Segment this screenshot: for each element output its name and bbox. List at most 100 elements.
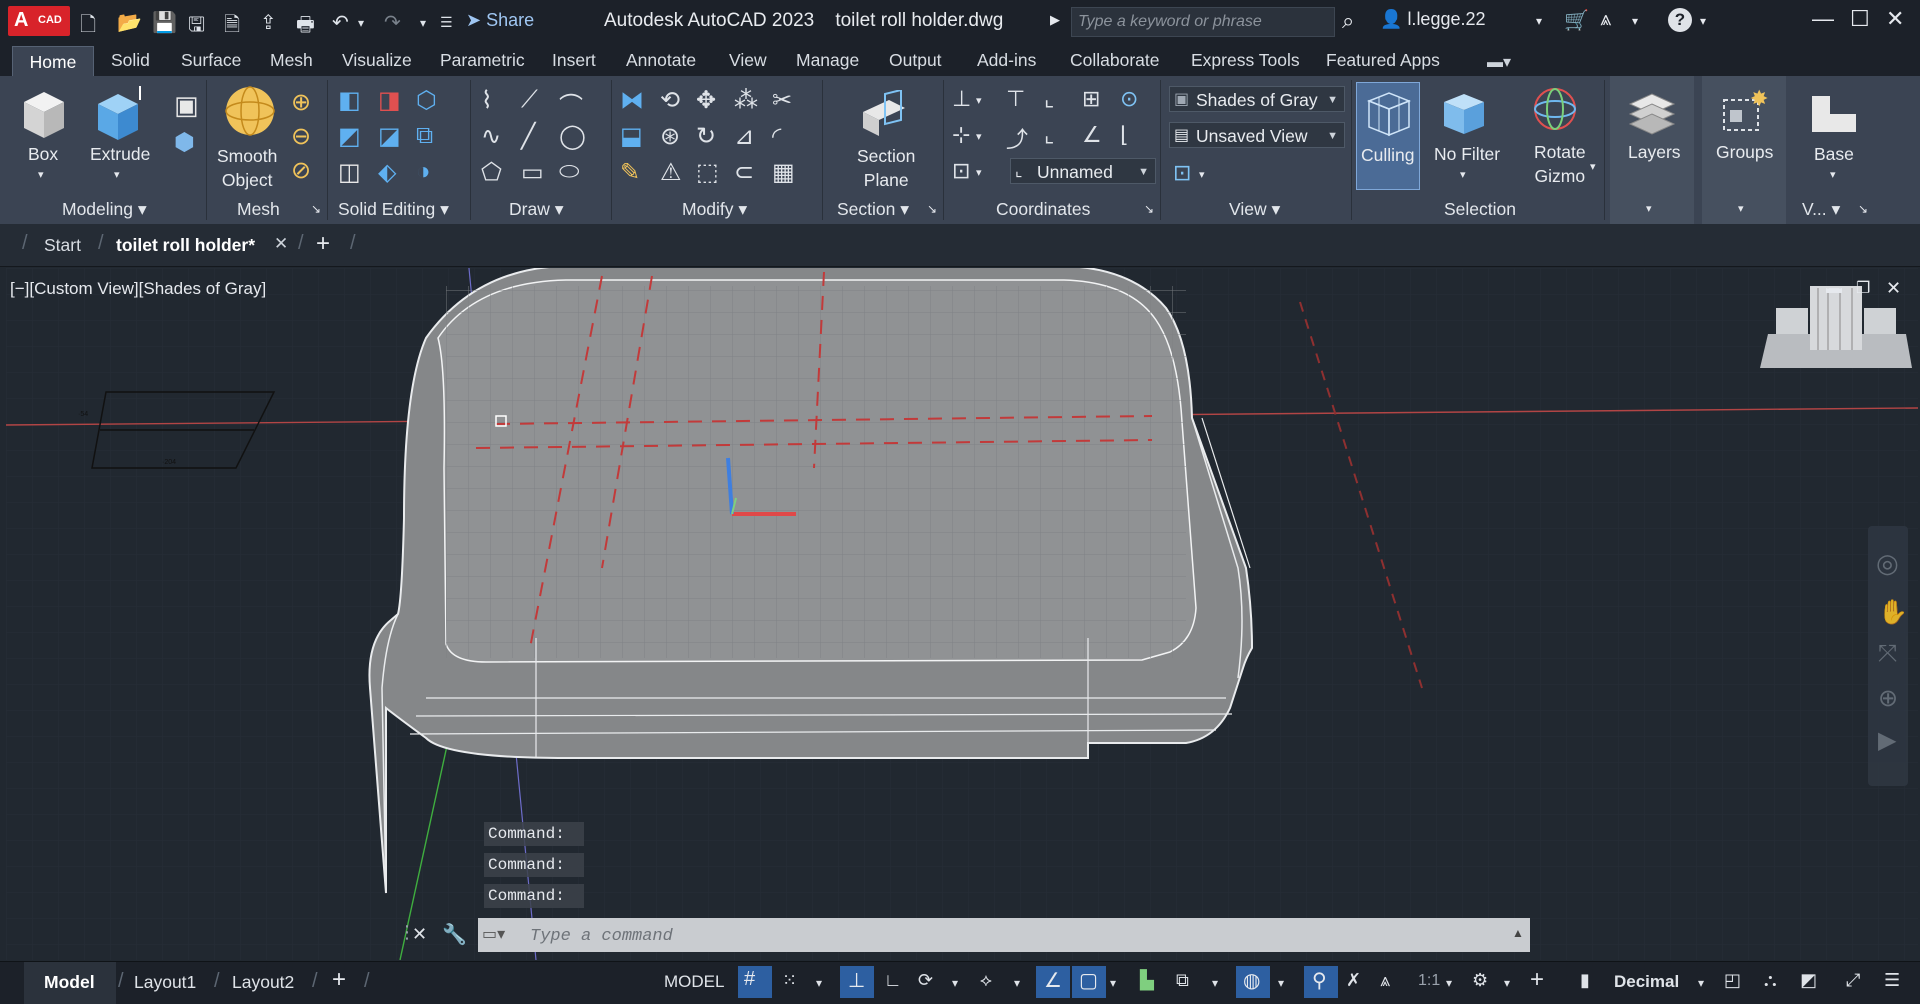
help-icon[interactable]: ?	[1668, 8, 1692, 32]
customize-status-icon[interactable]: ☰	[1884, 970, 1900, 991]
stretch-icon[interactable]: ⊿	[734, 122, 754, 151]
circle-icon[interactable]: ◯	[559, 122, 586, 151]
cart-icon[interactable]: 🛒	[1564, 8, 1589, 33]
ucs-3point-icon[interactable]: ⌞	[1044, 122, 1054, 148]
transparency-icon[interactable]: ⧉	[1176, 970, 1189, 991]
extrude-icon[interactable]	[94, 86, 146, 142]
close-tab-icon[interactable]: ✕	[274, 234, 288, 254]
extrude-button[interactable]: Extrude	[90, 144, 150, 165]
line-icon[interactable]: ╱	[521, 122, 535, 151]
workspace-gear-icon[interactable]: ⚙	[1472, 970, 1488, 991]
file-tab-active[interactable]: toilet roll holder*	[116, 235, 255, 256]
ribbon-tab-addins[interactable]: Add-ins	[977, 50, 1036, 71]
customize-qat-icon[interactable]: ☰	[440, 14, 453, 31]
search-expand-icon[interactable]: ▶	[1050, 12, 1060, 28]
undo-icon[interactable]: ↶	[332, 10, 349, 35]
units-icon[interactable]: ▮	[1580, 970, 1590, 991]
interfere-icon[interactable]: ◪	[378, 122, 401, 151]
refine-mesh-icon[interactable]: ⊘	[291, 156, 311, 185]
polygon-icon[interactable]: ⬠	[481, 158, 502, 187]
ucs-zaxis-icon[interactable]: ⤴	[1006, 122, 1028, 154]
base-dropdown-icon[interactable]: ▾	[1830, 168, 1836, 181]
object-snap-dropdown-icon[interactable]: ▾	[1110, 976, 1116, 990]
ucs-previous-icon[interactable]: ⌞	[1044, 86, 1054, 112]
search-icon[interactable]: ⌕	[1342, 8, 1354, 34]
rectangle-icon[interactable]: ▭	[521, 158, 544, 187]
solid-edit-face-icon[interactable]: ⬡	[416, 86, 437, 115]
search-input[interactable]	[1072, 8, 1330, 36]
ucs-named-icon[interactable]: ⊞	[1082, 86, 1100, 112]
array-icon[interactable]: ⁂	[734, 86, 758, 115]
named-view-dropdown[interactable]: ▤ Unsaved View ▼	[1169, 122, 1345, 148]
share-button[interactable]: ➤ Share	[466, 10, 534, 31]
rotate-icon[interactable]: ↻	[696, 122, 716, 151]
minimize-window-icon[interactable]: —	[1812, 6, 1834, 32]
trim-icon[interactable]: ✂	[772, 86, 792, 115]
grid-toggle[interactable]: #	[738, 966, 772, 998]
pan-icon[interactable]: ✋	[1878, 598, 1908, 627]
open-web-icon[interactable]: 🗎	[224, 10, 240, 44]
panel-title-view[interactable]: View ▾	[1229, 199, 1280, 220]
mesh-dialog-launcher-icon[interactable]: ↘	[311, 202, 321, 216]
user-dropdown-icon[interactable]: ▾	[1536, 14, 1542, 28]
smooth-object-button[interactable]: Smooth Object	[217, 144, 277, 192]
new-tab-icon[interactable]: +	[316, 230, 330, 258]
ortho-icon[interactable]: ∟	[884, 970, 902, 991]
annotation-visibility-toggle[interactable]: ⚲	[1304, 966, 1338, 998]
intersect-icon[interactable]: ◩	[338, 122, 361, 151]
arc-icon[interactable]: ⌒	[559, 86, 583, 121]
viewport-close-icon[interactable]: ✕	[1886, 278, 1901, 299]
viewport-config-dropdown-icon[interactable]: ▾	[1199, 168, 1205, 181]
search-box[interactable]	[1071, 7, 1335, 37]
no-filter-icon[interactable]	[1440, 88, 1490, 138]
workspace-globe-toggle[interactable]: ◍	[1236, 966, 1270, 998]
panel-groups[interactable]: ✸ Groups ▾	[1702, 76, 1786, 224]
ribbon-tab-home[interactable]: Home	[12, 46, 94, 77]
viewport-controls-label[interactable]: [−][Custom View][Shades of Gray]	[10, 279, 266, 299]
workspace-dropdown-icon[interactable]: ▾	[1504, 976, 1510, 990]
ucs-x-icon[interactable]: ∠	[1082, 122, 1102, 148]
file-tab-start[interactable]: Start	[44, 235, 81, 256]
ribbon-tab-collaborate[interactable]: Collaborate	[1070, 50, 1160, 71]
quick-properties-icon[interactable]: ◰	[1724, 970, 1741, 991]
union-icon[interactable]: ◧	[338, 86, 361, 115]
globe-dropdown-icon[interactable]: ▾	[1278, 976, 1284, 990]
smooth-more-icon[interactable]: ⊕	[291, 88, 311, 117]
command-history-toggle-icon[interactable]: ▲	[1512, 926, 1524, 940]
groups-dropdown-icon[interactable]: ▾	[1738, 202, 1744, 215]
units-dropdown-icon[interactable]: ▾	[1698, 976, 1704, 990]
undo-dropdown-icon[interactable]: ▾	[358, 16, 364, 30]
command-line[interactable]: ▭▾ ▲	[478, 918, 1530, 952]
ribbon-tab-manage[interactable]: Manage	[796, 50, 859, 71]
ellipse-icon[interactable]: ⬭	[559, 158, 580, 186]
auto-scale-icon[interactable]: ✗	[1346, 970, 1361, 991]
units-value[interactable]: Decimal	[1614, 972, 1679, 992]
section-plane-button[interactable]: Section Plane	[857, 144, 915, 192]
align-icon[interactable]: ⬓	[620, 122, 643, 151]
showmotion-icon[interactable]: ▶	[1878, 726, 1896, 755]
extrude-dropdown-icon[interactable]: ▾	[114, 168, 120, 181]
layers-dropdown-icon[interactable]: ▾	[1646, 202, 1652, 215]
3dalign-icon[interactable]: ⚠	[660, 158, 682, 187]
visual-style-dropdown[interactable]: ▣ Shades of Gray ▼	[1169, 86, 1345, 112]
ribbon-tab-solid[interactable]: Solid	[111, 50, 150, 71]
snap-icon[interactable]: ⁙	[782, 970, 797, 991]
base-view-icon[interactable]	[1808, 92, 1860, 136]
ribbon-tab-output[interactable]: Output	[889, 50, 942, 71]
spline-icon[interactable]: ∿	[481, 122, 501, 151]
fillet-icon[interactable]: ◜	[772, 122, 781, 151]
scale-icon[interactable]: ⬚	[696, 158, 719, 187]
polar-dropdown-icon[interactable]: ▾	[952, 976, 958, 990]
viewport-config-icon[interactable]: ⊡	[1173, 160, 1191, 186]
ribbon-tab-featured-apps[interactable]: Featured Apps	[1326, 50, 1440, 71]
ribbon-tab-parametric[interactable]: Parametric	[440, 50, 525, 71]
model-canvas[interactable]: ·54 ·204	[6, 268, 1918, 960]
command-close-icon[interactable]: ✕	[412, 924, 427, 945]
ucs-name-dropdown[interactable]: ⌞ Unnamed ▼	[1010, 158, 1156, 184]
panel-title-modeling[interactable]: Modeling ▾	[62, 199, 147, 220]
maximize-window-icon[interactable]: ☐	[1850, 6, 1870, 32]
rotate-gizmo-dropdown-icon[interactable]: ▾	[1590, 160, 1596, 173]
object-snap-tracking-toggle[interactable]: ∠	[1036, 966, 1070, 998]
save-as-icon[interactable]: 🖫	[188, 10, 205, 44]
ribbon-tab-insert[interactable]: Insert	[552, 50, 596, 71]
